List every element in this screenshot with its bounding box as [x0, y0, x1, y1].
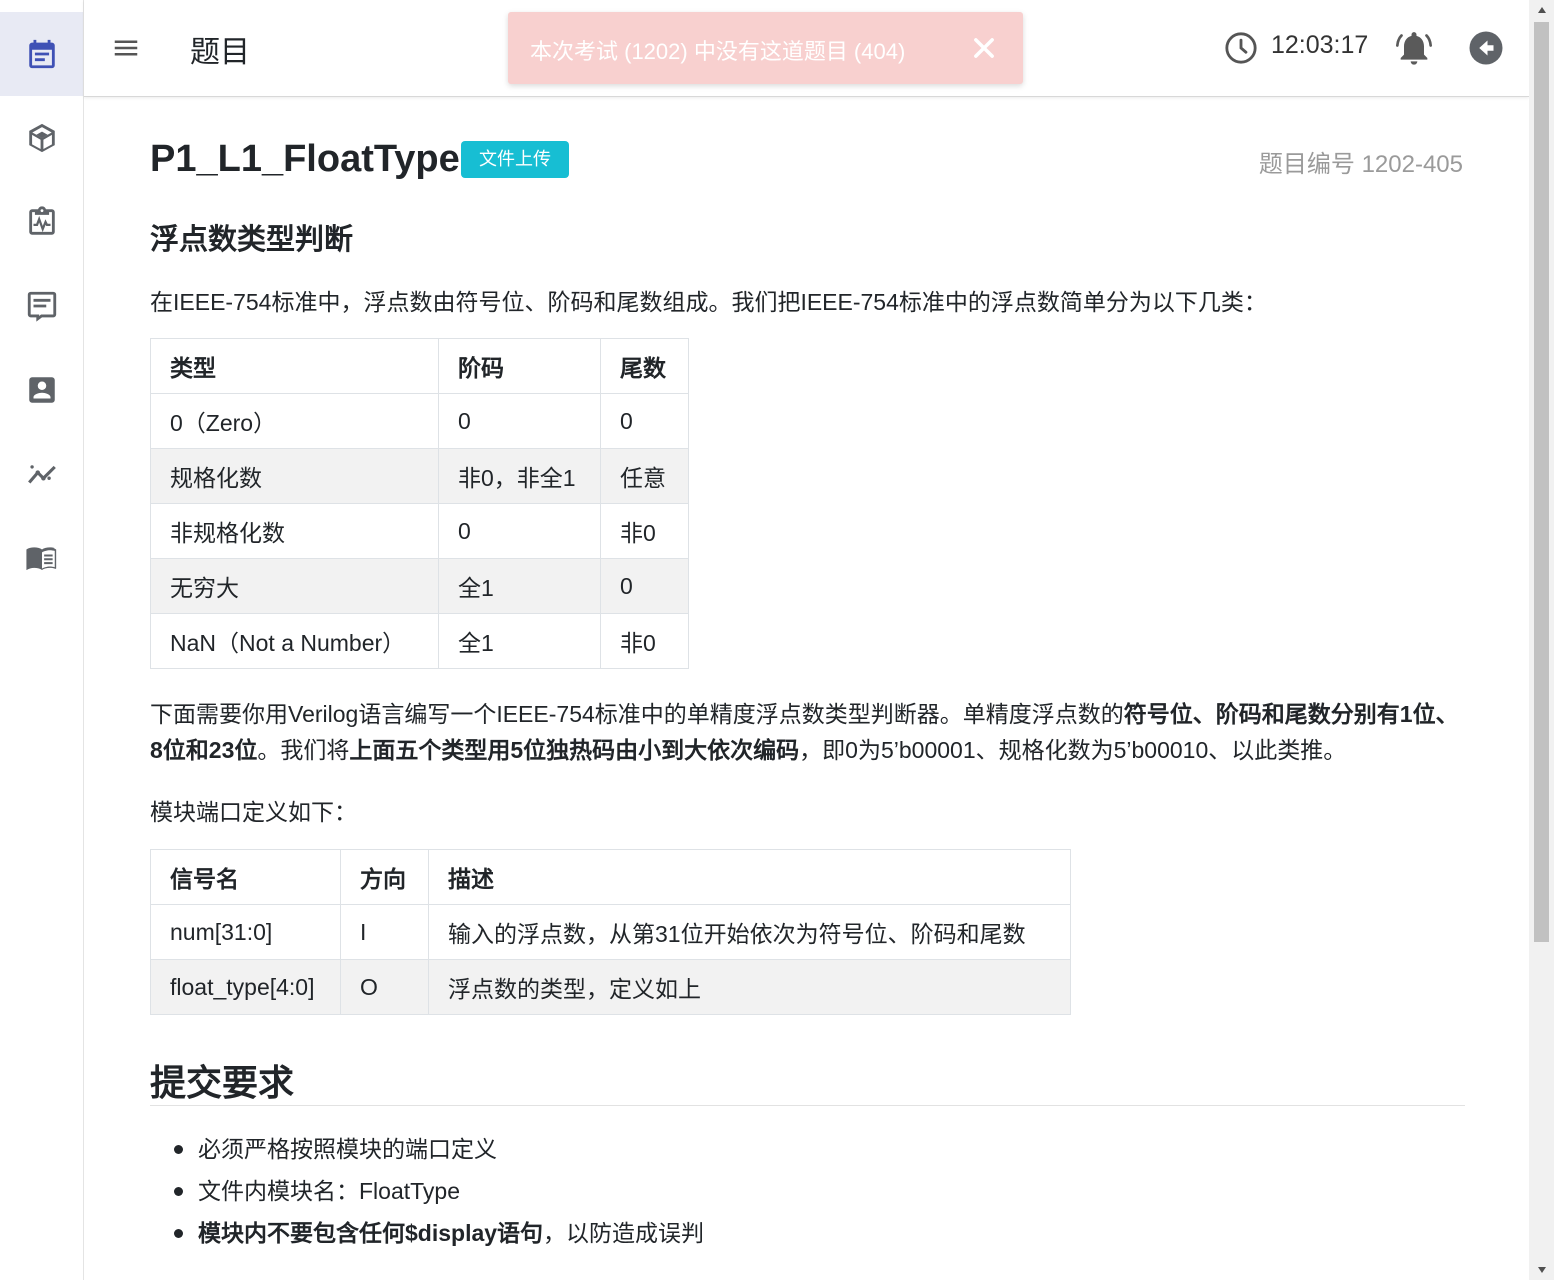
scroll-up-button[interactable]	[1529, 0, 1554, 20]
list-item: 文件内模块名：FloatType	[150, 1170, 704, 1212]
requirements-list: 必须严格按照模块的端口定义 文件内模块名：FloatType 模块内不要包含任何…	[150, 1128, 704, 1254]
table-row: 规格化数 非0，非全1 任意	[150, 448, 689, 504]
table-row: num[31:0] I 输入的浮点数，从第31位开始依次为符号位、阶码和尾数	[150, 904, 1071, 960]
table-header-cell: 方向	[340, 849, 429, 905]
table-header-cell: 描述	[428, 849, 1071, 905]
toast-close-button[interactable]	[968, 32, 1000, 64]
sidebar-item-exam[interactable]	[0, 12, 83, 96]
section-title: 浮点数类型判断	[150, 224, 354, 256]
desc-bold-text: 上面五个类型用5位独热码由小到大依次编码	[349, 737, 800, 763]
sidebar-item-messages[interactable]	[0, 264, 83, 348]
error-toast: 本次考试 (1202) 中没有这道题目 (404)	[508, 12, 1023, 84]
table-cell: 输入的浮点数，从第31位开始依次为符号位、阶码和尾数	[428, 904, 1071, 960]
close-icon	[974, 38, 994, 58]
account-box-icon	[28, 377, 55, 403]
sidebar-item-stats[interactable]	[0, 432, 83, 516]
table-header-row: 信号名 方向 描述	[150, 849, 1071, 905]
list-item-text: ，以防造成误判	[543, 1220, 705, 1246]
toast-message: 本次考试 (1202) 中没有这道题目 (404)	[530, 39, 906, 64]
table-cell: I	[340, 904, 429, 960]
countdown-timer: 12:03:17	[1271, 31, 1369, 59]
table-header-cell: 阶码	[438, 338, 601, 394]
scrollbar-thumb[interactable]	[1534, 22, 1549, 942]
book-icon	[25, 547, 56, 571]
table-cell: float_type[4:0]	[150, 959, 341, 1015]
sidebar	[0, 0, 84, 1280]
table-cell: 非规格化数	[150, 503, 439, 559]
calendar-list-icon	[28, 39, 55, 69]
float-type-table: 类型 阶码 尾数 0（Zero） 0 0 规格化数 非0，非全1 任意 非规格化…	[150, 338, 689, 669]
divider	[150, 1105, 1465, 1106]
table-row: 无穷大 全1 0	[150, 558, 689, 614]
page-scrollbar[interactable]	[1529, 0, 1554, 1280]
table-cell: 全1	[438, 613, 601, 669]
desc-text: 下面需要你用Verilog语言编写一个IEEE-754标准中的单精度浮点数类型判…	[150, 701, 1124, 727]
table-cell: 规格化数	[150, 448, 439, 504]
table-cell: NaN（Not a Number）	[150, 613, 439, 669]
table-cell: 非0	[600, 503, 689, 559]
notification-bell-icon[interactable]	[1394, 28, 1434, 68]
message-icon	[27, 291, 56, 322]
table-cell: O	[340, 959, 429, 1015]
bullet-icon	[174, 1229, 183, 1238]
sidebar-item-reports[interactable]	[0, 180, 83, 264]
clock-icon	[1225, 32, 1257, 64]
table-cell: 0（Zero）	[150, 393, 439, 449]
problem-title: P1_L1_FloatType	[150, 138, 460, 180]
list-item: 模块内不要包含任何$display语句，以防造成误判	[150, 1212, 704, 1254]
clipboard-pulse-icon	[28, 206, 55, 235]
sidebar-item-docs[interactable]	[0, 516, 83, 600]
table-cell: 全1	[438, 558, 601, 614]
table-cell: 任意	[600, 448, 689, 504]
scroll-down-button[interactable]	[1529, 1260, 1554, 1280]
hamburger-menu-icon	[114, 40, 138, 56]
table-cell: 0	[600, 393, 689, 449]
description-paragraph: 下面需要你用Verilog语言编写一个IEEE-754标准中的单精度浮点数类型判…	[150, 696, 1465, 768]
page-title: 题目	[190, 36, 250, 69]
sidebar-item-profile[interactable]	[0, 348, 83, 432]
table-cell: 非0	[600, 613, 689, 669]
list-item-text: 文件内模块名：FloatType	[198, 1178, 460, 1204]
back-arrow-icon[interactable]	[1468, 30, 1504, 66]
table-row: 0（Zero） 0 0	[150, 393, 689, 449]
submission-type-badge: 文件上传	[461, 141, 569, 178]
table-cell: num[31:0]	[150, 904, 341, 960]
table-header-cell: 类型	[150, 338, 439, 394]
table-cell: 0	[600, 558, 689, 614]
list-item-bold-text: 模块内不要包含任何$display语句	[198, 1220, 544, 1246]
table-header-cell: 尾数	[600, 338, 689, 394]
table-cell: 非0，非全1	[438, 448, 601, 504]
problem-id: 题目编号 1202-405	[1258, 151, 1463, 178]
problem-header: P1_L1_FloatType 文件上传 题目编号 1202-405	[150, 138, 1465, 184]
bullet-icon	[174, 1187, 183, 1196]
triangle-down-icon	[1537, 1267, 1546, 1273]
table-cell: 0	[438, 503, 601, 559]
cube-icon	[28, 123, 55, 153]
triangle-up-icon	[1537, 7, 1546, 13]
table-cell: 无穷大	[150, 558, 439, 614]
table-row: float_type[4:0] O 浮点数的类型，定义如上	[150, 959, 1071, 1015]
port-intro: 模块端口定义如下：	[150, 799, 357, 825]
sidebar-item-cube[interactable]	[0, 96, 83, 180]
table-cell: 浮点数的类型，定义如上	[428, 959, 1071, 1015]
chart-line-icon	[27, 465, 56, 484]
table-row: NaN（Not a Number） 全1 非0	[150, 613, 689, 669]
table-row: 非规格化数 0 非0	[150, 503, 689, 559]
port-table: 信号名 方向 描述 num[31:0] I 输入的浮点数，从第31位开始依次为符…	[150, 849, 1071, 1015]
desc-text: 。我们将	[257, 737, 350, 763]
list-item: 必须严格按照模块的端口定义	[150, 1128, 704, 1170]
table-cell: 0	[438, 393, 601, 449]
menu-button[interactable]	[108, 30, 144, 66]
submit-requirements-title: 提交要求	[150, 1062, 295, 1103]
desc-text: ，即0为5’b00001、规格化数为5’b00010、以此类推。	[799, 737, 1347, 763]
intro-paragraph: 在IEEE-754标准中，浮点数由符号位、阶码和尾数组成。我们把IEEE-754…	[150, 289, 1267, 315]
table-header-row: 类型 阶码 尾数	[150, 338, 689, 394]
bullet-icon	[174, 1145, 183, 1154]
table-header-cell: 信号名	[150, 849, 341, 905]
list-item-text: 必须严格按照模块的端口定义	[198, 1136, 497, 1162]
